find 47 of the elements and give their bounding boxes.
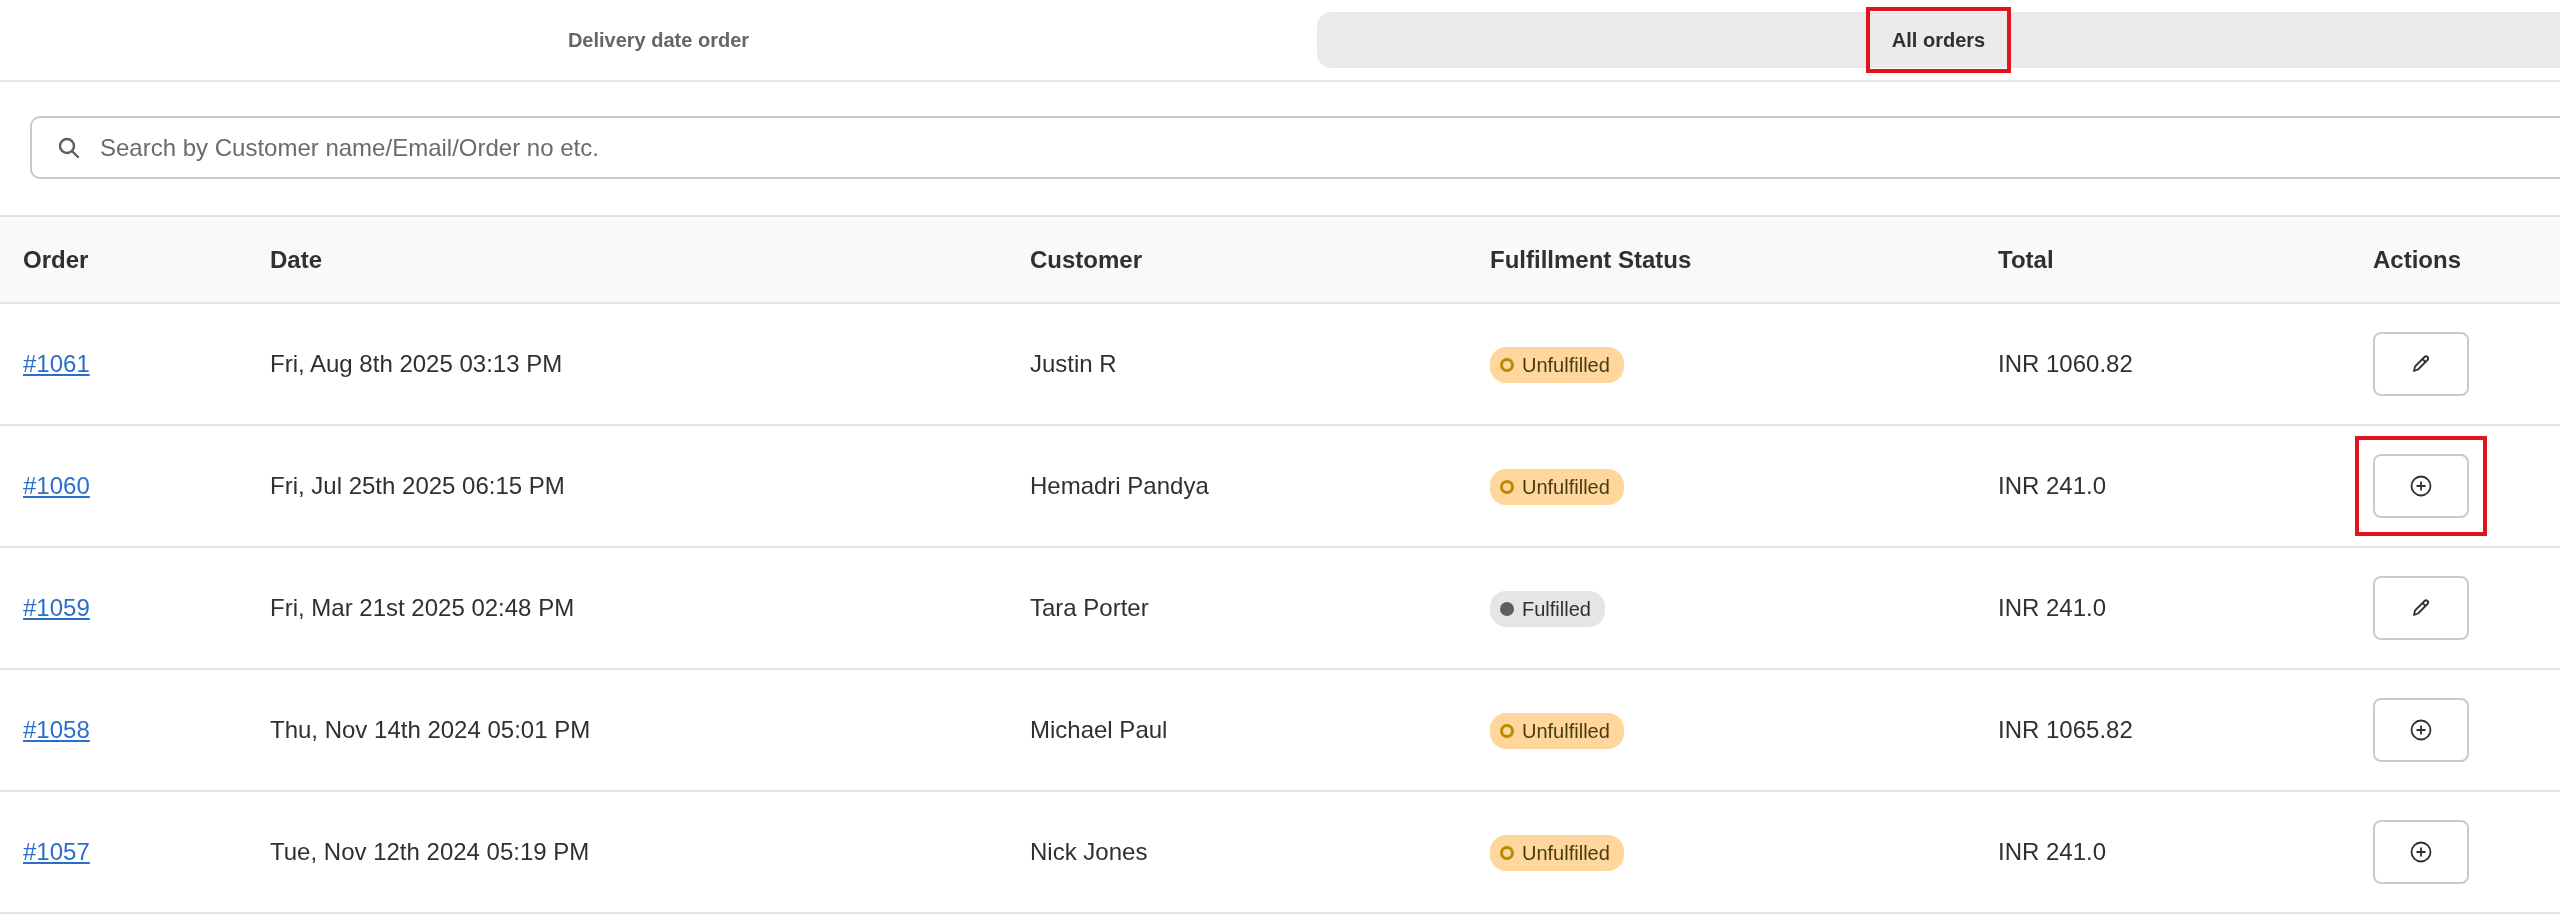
status-dot-icon: [1500, 357, 1514, 372]
customer-name: Hemadri Pandya: [1030, 472, 1209, 499]
pencil-icon: [2410, 353, 2432, 375]
add-button[interactable]: [2373, 454, 2469, 518]
customer-name: Justin R: [1030, 350, 1117, 377]
search-icon: [58, 136, 80, 159]
column-header: Date: [270, 245, 323, 273]
column-header: Customer: [1030, 245, 1143, 273]
status-badge: Unfulfilled: [1490, 834, 1624, 871]
plus-circle-icon: [2409, 840, 2433, 864]
status-dot-icon: [1500, 723, 1514, 738]
total-amount: INR 241.0: [1998, 594, 2107, 621]
status-badge: Unfulfilled: [1490, 346, 1624, 383]
order-link[interactable]: #1061: [23, 350, 90, 377]
order-link[interactable]: #1058: [23, 716, 90, 743]
column-header: Order: [23, 245, 89, 273]
order-link[interactable]: #1057: [23, 838, 90, 865]
customer-name: Michael Paul: [1030, 716, 1168, 743]
search-field[interactable]: Search by Customer name/Email/Order no etc.: [30, 116, 2560, 179]
column-header: Fulfillment Status: [1490, 245, 1692, 273]
tab[interactable]: Delivery date order: [545, 11, 772, 69]
customer-name: Nick Jones: [1030, 838, 1148, 865]
column-header: Total: [1998, 245, 2054, 273]
date-text: Fri, Mar 21st 2025 02:48 PM: [270, 594, 575, 621]
date-text: Thu, Nov 14th 2024 05:01 PM: [270, 716, 591, 743]
order-link[interactable]: #1060: [23, 472, 90, 499]
customer-name: Tara Porter: [1030, 594, 1149, 621]
total-amount: INR 241.0: [1998, 838, 2107, 865]
total-amount: INR 241.0: [1998, 472, 2107, 499]
total-amount: INR 1060.82: [1998, 350, 2133, 377]
status-dot-icon: [1500, 845, 1514, 860]
pencil-icon: [2410, 597, 2432, 619]
total-amount: INR 1065.82: [1998, 716, 2133, 743]
status-dot-icon: [1500, 479, 1514, 494]
date-text: Fri, Jul 25th 2025 06:15 PM: [270, 472, 565, 499]
status-dot-icon: [1500, 601, 1514, 616]
add-button[interactable]: [2373, 820, 2469, 884]
status-badge: Unfulfilled: [1490, 468, 1624, 505]
plus-circle-icon: [2409, 718, 2433, 742]
date-text: Fri, Aug 8th 2025 03:13 PM: [270, 350, 563, 377]
plus-circle-icon: [2409, 474, 2433, 498]
status-badge: Unfulfilled: [1490, 712, 1624, 749]
date-text: Tue, Nov 12th 2024 05:19 PM: [270, 838, 590, 865]
add-button[interactable]: [2373, 698, 2469, 762]
order-link[interactable]: #1059: [23, 594, 90, 621]
status-badge: Fulfilled: [1490, 590, 1605, 627]
column-header: Actions: [2373, 245, 2461, 273]
